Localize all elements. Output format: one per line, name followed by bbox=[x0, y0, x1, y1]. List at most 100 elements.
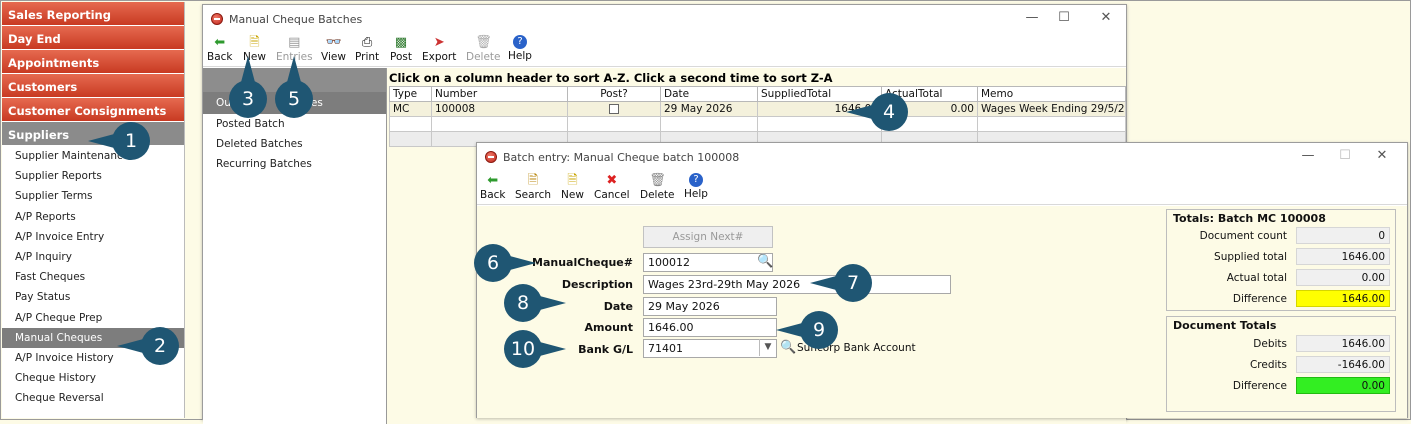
sidebar-item-pay-status[interactable]: Pay Status bbox=[2, 287, 184, 307]
sidebar-item-fast-cheques[interactable]: Fast Cheques bbox=[2, 267, 184, 287]
menu-customers[interactable]: Customers bbox=[2, 74, 184, 97]
callout-8: 8 bbox=[504, 284, 566, 322]
new-document-icon: 🗎 bbox=[567, 173, 578, 188]
help-button[interactable]: ? Help bbox=[508, 35, 532, 62]
view-button[interactable]: 👓 View bbox=[321, 35, 346, 63]
supplied-total-value: 1646.00 bbox=[1296, 248, 1390, 265]
post-book-icon: ▩ bbox=[394, 35, 408, 50]
col-date[interactable]: Date bbox=[660, 86, 758, 102]
chevron-down-icon[interactable]: ▼ bbox=[759, 339, 776, 356]
callout-10: 10 bbox=[504, 330, 566, 368]
new-button[interactable]: 🗎New bbox=[561, 173, 584, 201]
col-number[interactable]: Number bbox=[431, 86, 568, 102]
callout-5: 5 bbox=[275, 56, 313, 118]
supplied-total-label: Supplied total bbox=[1214, 251, 1287, 263]
sidebar-item-ap-invoice-entry[interactable]: A/P Invoice Entry bbox=[2, 227, 184, 247]
table-row-empty bbox=[389, 116, 1126, 132]
batches-window-title: Manual Cheque Batches bbox=[229, 13, 363, 26]
menu-sales-reporting[interactable]: Sales Reporting bbox=[2, 2, 184, 25]
col-type[interactable]: Type bbox=[389, 86, 432, 102]
description-input[interactable]: Wages 23rd-29th May 2026 bbox=[643, 275, 951, 294]
batches-toolbar: ⬅Back 🗎New ▤Entries 👓View ⎙Print ▩Post ➤… bbox=[203, 33, 1126, 67]
cancel-button[interactable]: ✖ Cancel bbox=[594, 173, 630, 201]
callout-3: 3 bbox=[229, 56, 267, 118]
col-supplied-total[interactable]: SuppliedTotal bbox=[757, 86, 882, 102]
debits-label: Debits bbox=[1253, 338, 1287, 350]
search-icon[interactable]: 🔍 bbox=[780, 340, 796, 355]
back-button[interactable]: ⬅ Back bbox=[207, 35, 233, 63]
search-document-icon: 🗎 bbox=[527, 173, 539, 188]
export-icon: ➤ bbox=[433, 35, 445, 50]
post-button[interactable]: ▩ Post bbox=[390, 35, 412, 63]
trash-icon: 🗑 bbox=[475, 35, 492, 50]
credits-value: -1646.00 bbox=[1296, 356, 1390, 373]
batch-nav: Ou es Posted Batch Deleted Batches Recurr… bbox=[203, 68, 387, 424]
callout-6: 6 bbox=[474, 244, 536, 282]
menu-customer-consignments[interactable]: Customer Consignments bbox=[2, 98, 184, 121]
close-icon[interactable]: ✕ bbox=[1093, 9, 1119, 27]
delete-button[interactable]: 🗑 Delete bbox=[640, 173, 675, 201]
debits-value: 1646.00 bbox=[1296, 335, 1390, 352]
entry-window-title: Batch entry: Manual Cheque batch 100008 bbox=[503, 151, 740, 164]
nav-recurring-batches[interactable]: Recurring Batches bbox=[203, 154, 386, 174]
entry-toolbar: ⬅ Back 🗎 Search 🗎 New ✖ Cancel 🗑 Delete ? Help bbox=[477, 171, 1407, 205]
batches-table: Type Number Post? Date SuppliedTotal Act… bbox=[389, 86, 1126, 147]
batches-titlebar: Manual Cheque Batches — ☐ ✕ bbox=[203, 5, 1126, 33]
maximize-icon[interactable]: ☐ bbox=[1051, 9, 1077, 27]
back-arrow-icon: ⬅ bbox=[214, 35, 226, 50]
minimize-icon[interactable]: — bbox=[1019, 9, 1045, 27]
search-button[interactable]: 🗎 Search bbox=[515, 173, 551, 201]
manual-cheque-input[interactable]: 100012 bbox=[643, 253, 773, 272]
menu-appointments[interactable]: Appointments bbox=[2, 50, 184, 73]
cell-post bbox=[567, 101, 661, 117]
document-difference-value: 0.00 bbox=[1296, 377, 1390, 394]
entries-icon: ▤ bbox=[288, 35, 301, 50]
actual-total-value: 0.00 bbox=[1296, 269, 1390, 286]
sidebar-item-ap-inquiry[interactable]: A/P Inquiry bbox=[2, 247, 184, 267]
nav-deleted-batches[interactable]: Deleted Batches bbox=[203, 134, 386, 154]
minimize-icon[interactable]: — bbox=[1295, 147, 1321, 165]
glasses-icon: 👓 bbox=[325, 35, 342, 50]
callout-1: 1 bbox=[88, 122, 150, 160]
search-icon[interactable]: 🔍 bbox=[757, 254, 773, 269]
sidebar-item-supplier-reports[interactable]: Supplier Reports bbox=[2, 166, 184, 186]
sidebar-item-cheque-reversal[interactable]: Cheque Reversal bbox=[2, 388, 184, 408]
sidebar-item-ap-reports[interactable]: A/P Reports bbox=[2, 207, 184, 227]
document-totals-group: Document Totals Debits 1646.00 Credits -… bbox=[1166, 316, 1396, 412]
batch-difference-label: Difference bbox=[1232, 293, 1287, 305]
actual-total-label: Actual total bbox=[1226, 272, 1287, 284]
document-totals-title: Document Totals bbox=[1173, 319, 1277, 332]
cancel-x-icon: ✖ bbox=[606, 173, 618, 188]
close-icon[interactable]: ✕ bbox=[1369, 147, 1395, 165]
menu-day-end[interactable]: Day End bbox=[2, 26, 184, 49]
printer-icon: ⎙ bbox=[361, 35, 373, 50]
document-difference-label: Difference bbox=[1232, 380, 1287, 392]
sidebar-item-ap-cheque-prep[interactable]: A/P Cheque Prep bbox=[2, 308, 184, 328]
sidebar-item-supplier-terms[interactable]: Supplier Terms bbox=[2, 186, 184, 206]
credits-label: Credits bbox=[1249, 359, 1287, 371]
new-document-icon: 🗎 bbox=[249, 35, 260, 50]
date-input[interactable]: 29 May 2026 bbox=[643, 297, 777, 316]
sidebar-item-supplier-maintenance[interactable]: Supplier Maintenance bbox=[2, 146, 184, 166]
table-row[interactable]: MC 100008 29 May 2026 1646.00 0.00 Wages… bbox=[389, 101, 1126, 117]
col-post[interactable]: Post? bbox=[567, 86, 661, 102]
sidebar-item-cheque-history[interactable]: Cheque History bbox=[2, 368, 184, 388]
help-button[interactable]: ? Help bbox=[684, 173, 708, 200]
batch-entry-window: Batch entry: Manual Cheque batch 100008 … bbox=[476, 142, 1408, 418]
batch-totals-title: Totals: Batch MC 100008 bbox=[1173, 212, 1326, 225]
print-button[interactable]: ⎙ Print bbox=[355, 35, 379, 63]
export-button[interactable]: ➤ Export bbox=[422, 35, 456, 63]
trash-icon: 🗑 bbox=[649, 173, 666, 188]
bank-gl-select[interactable]: 71401 bbox=[643, 339, 777, 358]
batch-difference-value: 1646.00 bbox=[1296, 290, 1390, 307]
back-button[interactable]: ⬅ Back bbox=[480, 173, 506, 201]
col-memo[interactable]: Memo bbox=[977, 86, 1126, 102]
post-checkbox[interactable] bbox=[609, 104, 619, 114]
table-header-row: Type Number Post? Date SuppliedTotal Act… bbox=[389, 86, 1126, 102]
maximize-icon[interactable]: ☐ bbox=[1332, 147, 1358, 165]
amount-input[interactable]: 1646.00 bbox=[643, 318, 777, 337]
assign-next-button[interactable]: Assign Next# bbox=[643, 226, 773, 248]
help-icon: ? bbox=[512, 35, 527, 49]
delete-button[interactable]: 🗑 Delete bbox=[466, 35, 501, 63]
callout-9: 9 bbox=[776, 311, 838, 349]
